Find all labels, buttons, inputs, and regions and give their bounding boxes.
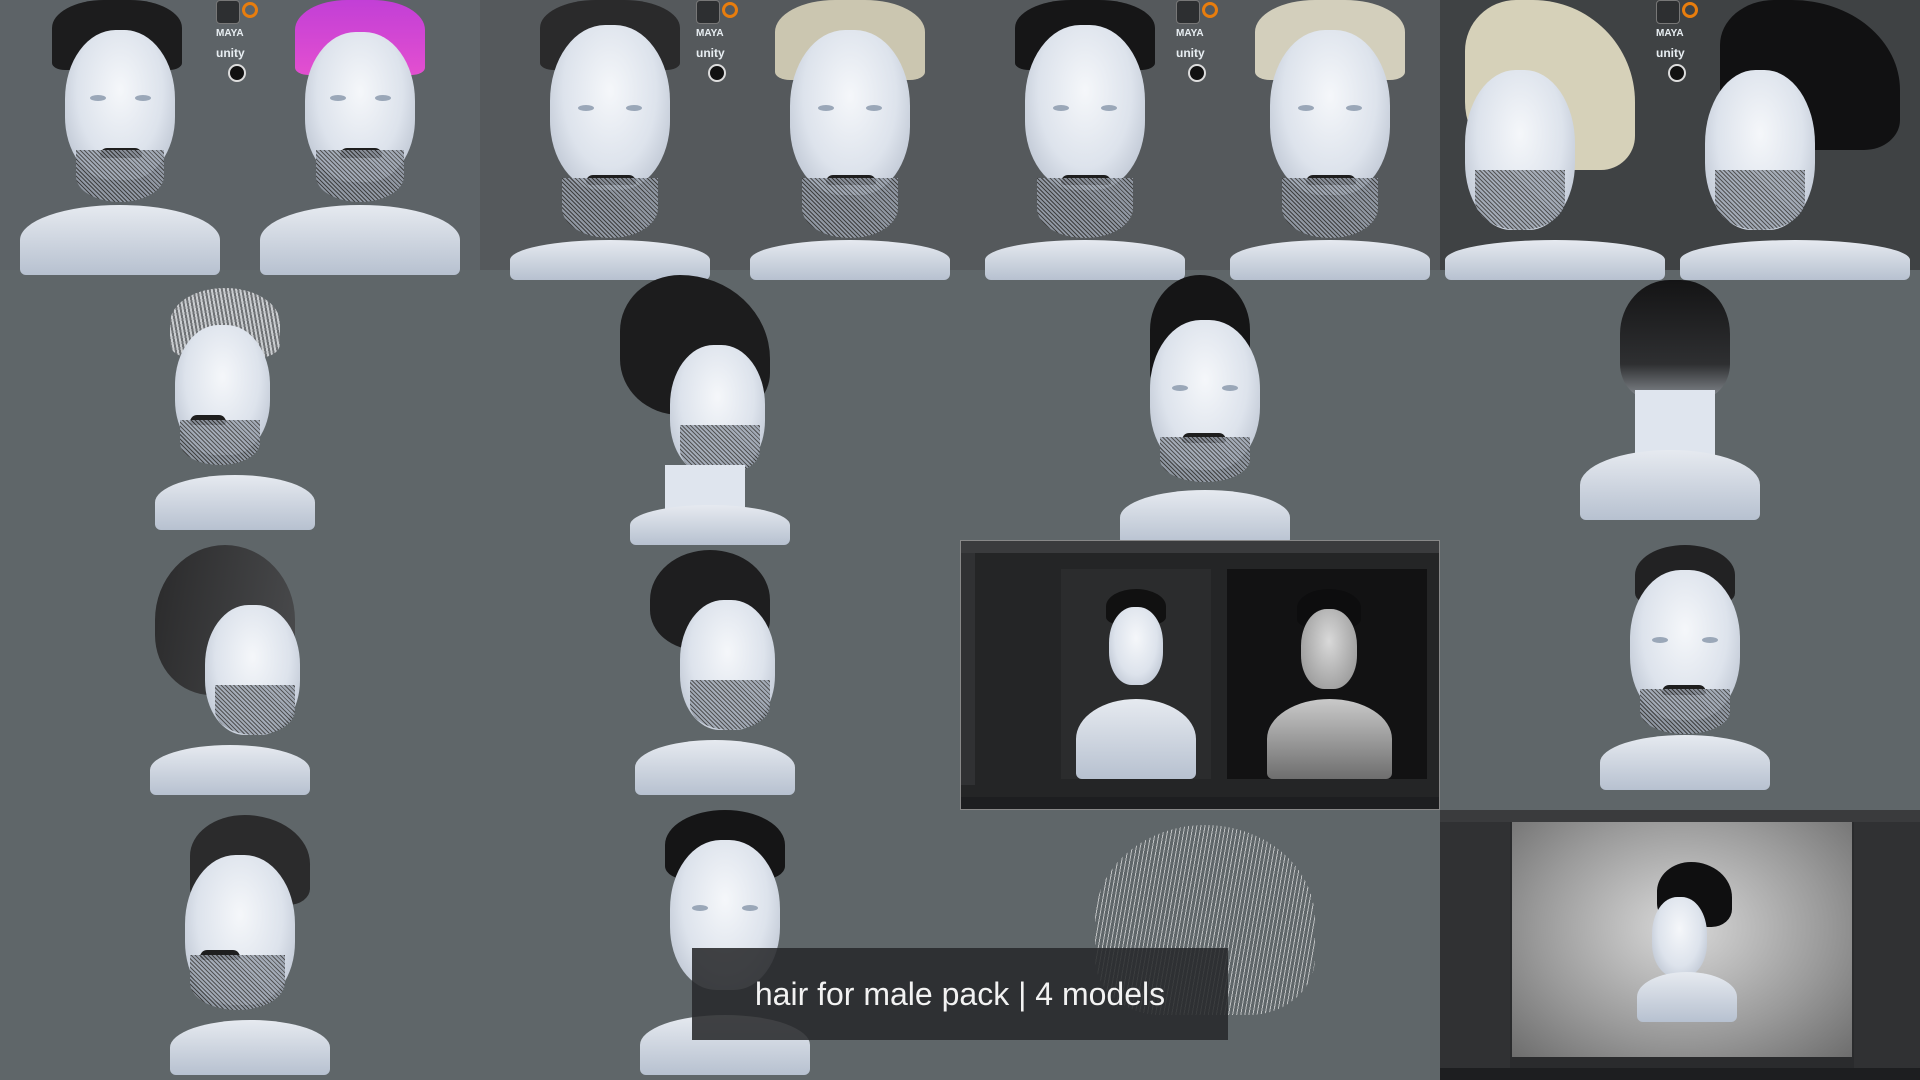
os-taskbar: [1440, 1068, 1920, 1080]
head-render: [985, 0, 1185, 280]
blender-icon: [1202, 2, 1218, 18]
head-render-mohawk: [1110, 275, 1300, 545]
blender-icon: [722, 2, 738, 18]
head-render-side-blonde: [1445, 0, 1665, 280]
caption-box: hair for male pack | 4 models: [692, 948, 1228, 1040]
head-render-pink-hair: [260, 0, 460, 275]
head-render-slick-side: [145, 545, 325, 795]
render-preview-right: [1227, 569, 1427, 779]
content-panel: [1440, 822, 1510, 1068]
head-render-back: [1580, 280, 1760, 525]
render-preview-left: [1061, 569, 1211, 779]
head-render-grey-messy: [150, 280, 320, 530]
maya-icon: MAYA: [216, 28, 244, 39]
head-render-blonde-hair: [750, 0, 950, 280]
blender-viewport-screenshot: [960, 540, 1440, 810]
os-taskbar: [961, 797, 1439, 809]
unreal-icon: [708, 64, 726, 82]
head-render-fade-side: [630, 550, 810, 795]
head-render-front-fade: [1590, 545, 1780, 790]
head-render: [20, 0, 220, 275]
tool-column: [961, 553, 975, 785]
caption-text: hair for male pack | 4 models: [754, 976, 1166, 1012]
unreal-icon: [1188, 64, 1206, 82]
head-render-blonde-hair: [1230, 0, 1430, 280]
head-render-side-dark: [1680, 0, 1910, 280]
app-menubar: [1440, 810, 1920, 822]
unreal-icon: [228, 64, 246, 82]
unreal-editor-screenshot: [1440, 810, 1920, 1080]
head-render-spiky-side: [610, 275, 800, 545]
outliner-panel: [1854, 822, 1920, 1068]
unity-icon: unity: [216, 46, 245, 60]
editor-viewport: [1512, 822, 1852, 1057]
app-menubar: [961, 541, 1439, 553]
head-render-slick-three-quarter: [160, 815, 340, 1075]
head-render: [510, 0, 710, 280]
software-logos: MAYA unity: [216, 0, 266, 100]
blender-icon: [242, 2, 258, 18]
